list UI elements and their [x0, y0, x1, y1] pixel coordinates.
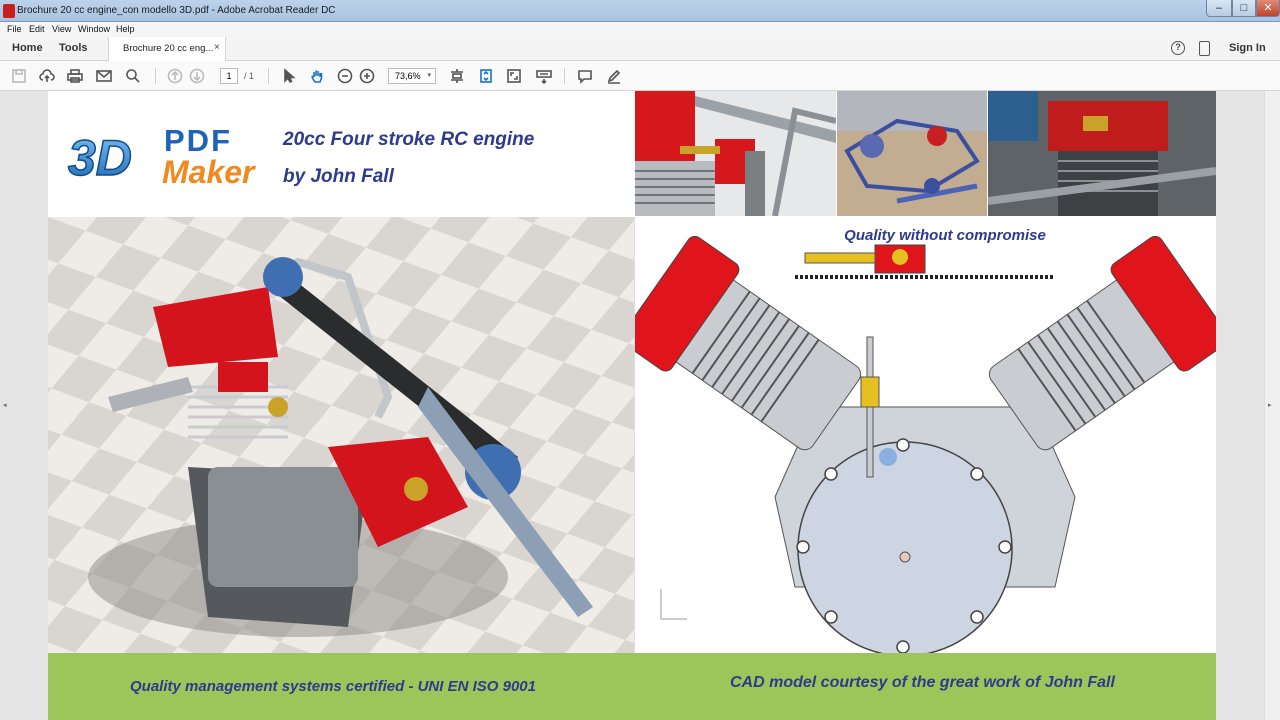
brochure-title: 20cc Four stroke RC engine: [283, 129, 535, 150]
zoom-out-icon[interactable]: [336, 67, 354, 85]
page-total: / 1: [244, 71, 255, 81]
select-cursor-icon[interactable]: [280, 67, 298, 85]
engine-cad-drawing: [634, 217, 1216, 653]
tab-home[interactable]: Home: [12, 42, 43, 54]
menu-file[interactable]: File: [7, 24, 22, 34]
acrobat-window: Brochure 20 cc engine_con modello 3D.pdf…: [0, 0, 1280, 720]
left-panel-toggle-icon[interactable]: ◂: [3, 401, 7, 409]
mobile-link-icon[interactable]: [1199, 41, 1210, 56]
svg-text:PDF: PDF: [164, 123, 232, 158]
engine-detail-image: [988, 91, 1216, 216]
engine-closeup-image: [635, 91, 836, 216]
maximize-button[interactable]: □: [1232, 0, 1256, 17]
tab-tools[interactable]: Tools: [59, 42, 88, 54]
fullscreen-icon[interactable]: [505, 67, 523, 85]
tab-document[interactable]: Brochure 20 cc eng... ×: [108, 37, 226, 61]
page-number-input[interactable]: 1: [220, 68, 238, 84]
zoom-in-icon[interactable]: [358, 67, 376, 85]
document-area: ◂ ▸ 3D PDF Maker 20cc Four stroke RC eng…: [0, 91, 1280, 720]
highlight-pen-icon[interactable]: [605, 67, 623, 85]
email-icon[interactable]: [95, 67, 113, 85]
menu-help[interactable]: Help: [116, 24, 135, 34]
toolbar-divider: [564, 68, 565, 84]
brochure-author: by John Fall: [283, 166, 394, 187]
menu-window[interactable]: Window: [78, 24, 110, 34]
right-panel-toggle-icon[interactable]: ▸: [1268, 401, 1272, 409]
brochure-header: 3D PDF Maker 20cc Four stroke RC engine …: [48, 91, 634, 217]
help-icon[interactable]: ?: [1171, 41, 1185, 55]
zoom-level-select[interactable]: 73,6% ▾: [388, 68, 436, 84]
close-button[interactable]: ✕: [1256, 0, 1280, 17]
tab-bar: Home Tools Brochure 20 cc eng... × ? Sig…: [0, 37, 1280, 61]
svg-text:3D: 3D: [68, 130, 132, 186]
print-icon[interactable]: [66, 67, 84, 85]
footer-certification: Quality management systems certified - U…: [130, 678, 536, 695]
close-tab-icon[interactable]: ×: [214, 42, 220, 53]
engine-frame-image: [837, 91, 987, 216]
pdf-page: 3D PDF Maker 20cc Four stroke RC engine …: [48, 91, 1216, 720]
acrobat-app-icon: [3, 4, 15, 18]
fit-page-icon[interactable]: [448, 67, 466, 85]
tab-document-label: Brochure 20 cc eng...: [123, 43, 214, 54]
brochure-footer: Quality management systems certified - U…: [48, 653, 1216, 720]
footer-credit: CAD model courtesy of the great work of …: [730, 674, 1115, 691]
3d-pdf-maker-logo: 3D PDF Maker: [67, 123, 256, 189]
toolbar: 1 / 1 73,6% ▾: [0, 61, 1280, 91]
search-icon[interactable]: [124, 67, 142, 85]
previous-page-icon[interactable]: [166, 67, 184, 85]
menu-view[interactable]: View: [52, 24, 71, 34]
chevron-down-icon: ▾: [427, 72, 431, 79]
sign-in-button[interactable]: Sign In: [1229, 42, 1266, 54]
toolbar-divider: [268, 68, 269, 84]
zoom-level-value: 73,6%: [395, 71, 421, 81]
title-bar: Brochure 20 cc engine_con modello 3D.pdf…: [0, 0, 1280, 22]
keyboard-tools-icon[interactable]: [535, 67, 553, 85]
minimize-button[interactable]: –: [1206, 0, 1232, 17]
scroll-mode-icon[interactable]: [477, 67, 495, 85]
svg-text:Maker: Maker: [162, 154, 256, 189]
toolbar-divider: [155, 68, 156, 84]
hand-tool-icon[interactable]: [308, 67, 326, 85]
menu-bar: File Edit View Window Help: [0, 22, 1280, 37]
vertical-scrollbar[interactable]: [1264, 91, 1280, 720]
window-title: Brochure 20 cc engine_con modello 3D.pdf…: [17, 5, 336, 16]
engine-render-image: [48, 217, 634, 653]
quality-tagline: Quality without compromise: [844, 227, 1046, 244]
save-icon[interactable]: [10, 67, 28, 85]
comment-icon[interactable]: [576, 67, 594, 85]
upload-cloud-icon[interactable]: [38, 67, 56, 85]
menu-edit[interactable]: Edit: [29, 24, 45, 34]
next-page-icon[interactable]: [188, 67, 206, 85]
